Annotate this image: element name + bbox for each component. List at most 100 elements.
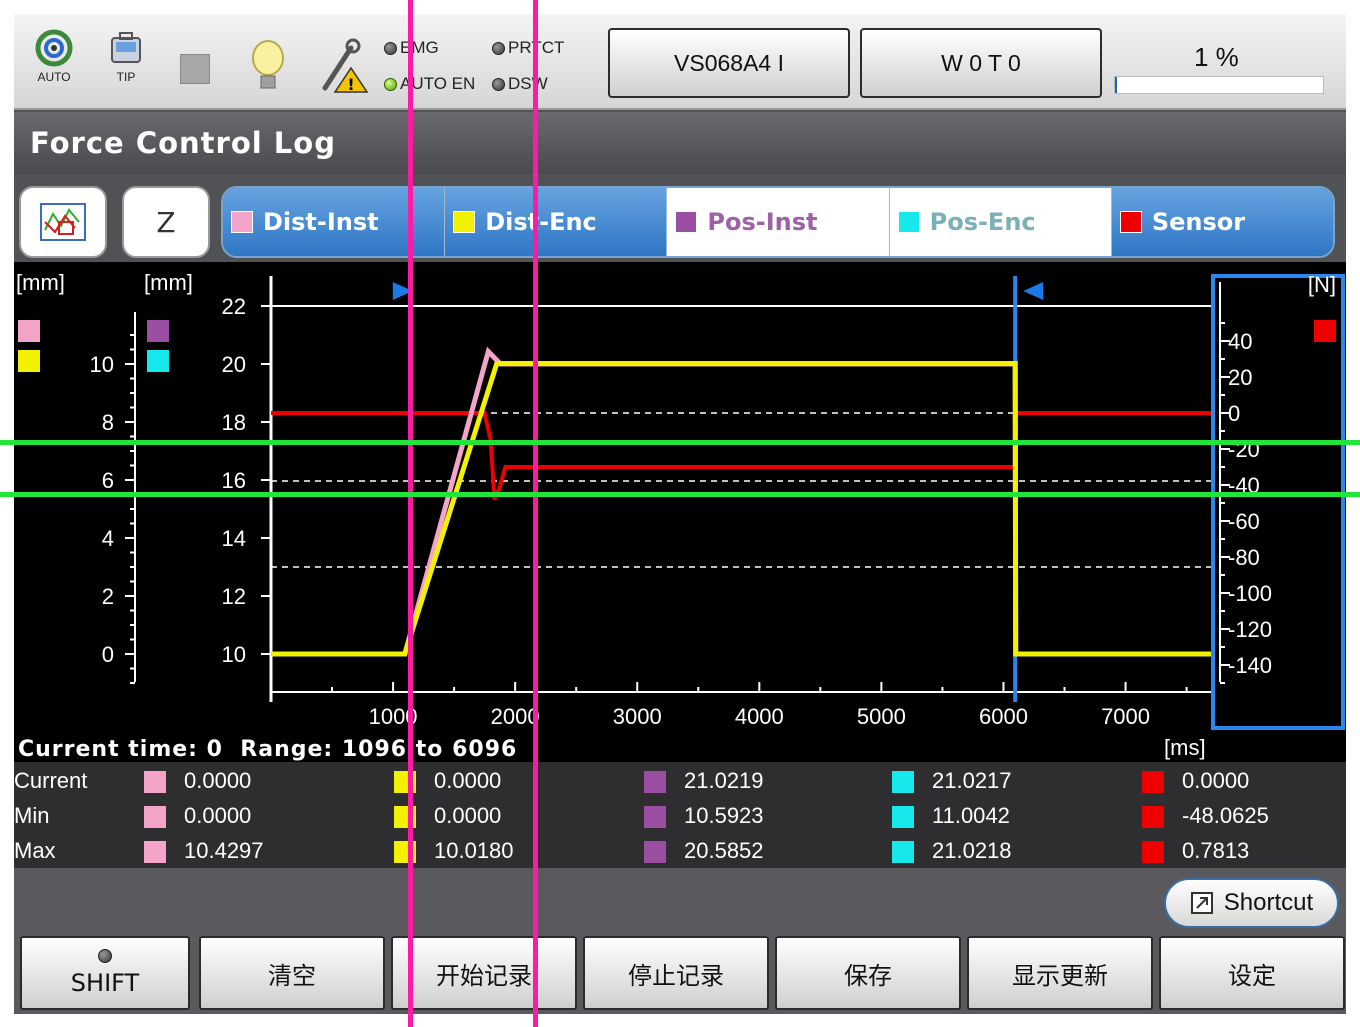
x-axis-unit: [ms] — [1164, 735, 1206, 760]
pendant-screen: AUTO TIP ! EMG PRTCT AUTO EN — [14, 14, 1346, 1014]
auto-en-indicator: AUTO EN — [384, 74, 475, 94]
mid-tick-label: 16 — [222, 468, 246, 493]
robot-type-button[interactable]: VS068A4 I — [608, 28, 850, 98]
chart-svg: 1000 2000 3000 4000 5000 6000 70000246810[mm][… — [16, 270, 1345, 730]
left-tick-label: 8 — [102, 410, 114, 435]
stats-swatch — [644, 806, 666, 828]
range-label: Range: — [240, 737, 334, 762]
mid-tick-label: 14 — [222, 526, 246, 551]
teach-pendant-icon — [111, 32, 141, 63]
x-tick-label: 3000 — [613, 704, 662, 729]
force-log-chart[interactable]: 1000 2000 3000 4000 5000 6000 7000 0 2 4 6 8 10 [mm][… — [14, 262, 1346, 762]
speed-value: 1 % — [1194, 42, 1239, 72]
stats-swatch — [892, 771, 914, 793]
mid-axis-swatch-pos-inst — [147, 320, 169, 342]
mid-tick-label: 20 — [222, 352, 246, 377]
speed-bar — [1114, 76, 1324, 94]
right-axis-unit: [N] — [1308, 272, 1336, 297]
right-tick-label: 20 — [1228, 365, 1252, 390]
right-tick-label: 0 — [1228, 401, 1240, 426]
status-bar: AUTO TIP ! EMG PRTCT AUTO EN — [14, 14, 1346, 110]
stats-value: 0.0000 — [184, 768, 252, 793]
shift-led — [98, 949, 112, 963]
range-to-label: to — [415, 737, 444, 762]
time-range-readout: Current time: 0 Range: 1096 to 6096 — [18, 737, 517, 762]
legend-pos-inst[interactable]: Pos-Inst — [667, 188, 890, 256]
auto-label: AUTO — [37, 70, 71, 84]
prtct-indicator: PRTCT — [492, 38, 564, 58]
auto-mode-icon — [35, 29, 73, 67]
stats-swatch — [144, 806, 166, 828]
stats-value: 0.0000 — [434, 768, 502, 793]
stop-record-button[interactable]: 停止记录 — [583, 936, 769, 1010]
stats-value: 21.0217 — [932, 768, 1012, 793]
x-tick-label: 4000 — [735, 704, 784, 729]
auto-mode-indicator[interactable]: AUTO — [34, 28, 74, 84]
range-to-value: 6096 — [452, 737, 518, 762]
shortcut-button[interactable]: Shortcut — [1164, 878, 1339, 928]
legend-sensor[interactable]: Sensor — [1111, 188, 1333, 256]
tip-indicator[interactable]: TIP — [106, 28, 146, 84]
save-button[interactable]: 保存 — [775, 936, 961, 1010]
stats-swatch — [144, 771, 166, 793]
mid-axis-swatch-pos-enc — [147, 350, 169, 372]
x-tick-label: 7000 — [1101, 704, 1150, 729]
x-tick-label: 5000 — [857, 704, 906, 729]
current-time-label: Current time: — [18, 737, 198, 762]
range-from-value: 1096 — [341, 737, 408, 762]
prtct-led — [492, 41, 505, 55]
guide-line-horizontal-2 — [0, 492, 1360, 497]
emg-led — [384, 41, 397, 55]
tool-work-button[interactable]: W 0 T 0 — [860, 28, 1102, 98]
stats-swatch — [1142, 841, 1164, 863]
right-tick-label: -60 — [1228, 509, 1260, 534]
mid-tick-label: 12 — [222, 584, 246, 609]
left-axis-unit: [mm] — [16, 270, 65, 295]
settings-button[interactable]: 设定 — [1159, 936, 1345, 1010]
stats-value: -48.0625 — [1182, 803, 1269, 828]
guide-line-vertical-1 — [408, 0, 413, 1027]
stats-swatch — [1142, 771, 1164, 793]
axis-select-button[interactable]: Z — [122, 186, 210, 258]
mid-axis-unit: [mm] — [144, 270, 193, 295]
svg-text:!: ! — [347, 75, 354, 94]
start-record-button[interactable]: 开始记录 — [391, 936, 577, 1010]
shift-button[interactable]: SHIFT — [20, 936, 190, 1010]
right-tick-label: -100 — [1228, 581, 1272, 606]
left-tick-label: 6 — [102, 468, 114, 493]
clear-button[interactable]: 清空 — [199, 936, 385, 1010]
stats-row-label: Current — [14, 768, 88, 793]
legend-pos-enc[interactable]: Pos-Enc — [889, 188, 1112, 256]
legend-dist-enc[interactable]: Dist-Enc — [445, 188, 668, 256]
stats-table: Current Min Max 0.0000 0.0000 10.4297 0.0000 0.… — [14, 762, 1346, 868]
pos-inst-swatch — [675, 211, 698, 233]
refresh-display-button[interactable]: 显示更新 — [967, 936, 1153, 1010]
stats-swatch — [1142, 806, 1164, 828]
lightbulb-icon — [252, 40, 284, 89]
mid-tick-label: 22 — [222, 294, 246, 319]
shift-label: SHIFT — [70, 969, 140, 997]
stats-value: 21.0218 — [932, 838, 1012, 863]
stats-swatch — [644, 841, 666, 863]
sensor-swatch — [1119, 211, 1142, 233]
emg-label: EMG — [400, 38, 439, 57]
pos-enc-label: Pos-Enc — [929, 208, 1036, 236]
guide-line-vertical-2 — [533, 0, 538, 1027]
tip-label: TIP — [116, 70, 136, 84]
dist-enc-swatch — [453, 211, 476, 233]
stats-swatch — [892, 806, 914, 828]
stats-value: 0.0000 — [184, 803, 252, 828]
left-axis-swatch-dist-inst — [18, 320, 40, 342]
dsw-indicator: DSW — [492, 74, 548, 94]
stats-swatch — [644, 771, 666, 793]
stats-swatch — [144, 841, 166, 863]
stats-value: 0.7813 — [1182, 838, 1250, 863]
sensor-label: Sensor — [1151, 208, 1246, 236]
right-axis-swatch-sensor — [1314, 320, 1336, 342]
stats-value: 10.4297 — [184, 838, 264, 863]
stats-value: 20.5852 — [684, 838, 764, 863]
graph-view-button[interactable] — [19, 186, 107, 258]
stats-value: 10.0180 — [434, 838, 514, 863]
range-end-marker — [1023, 282, 1044, 300]
dist-enc-label: Dist-Enc — [485, 208, 597, 236]
